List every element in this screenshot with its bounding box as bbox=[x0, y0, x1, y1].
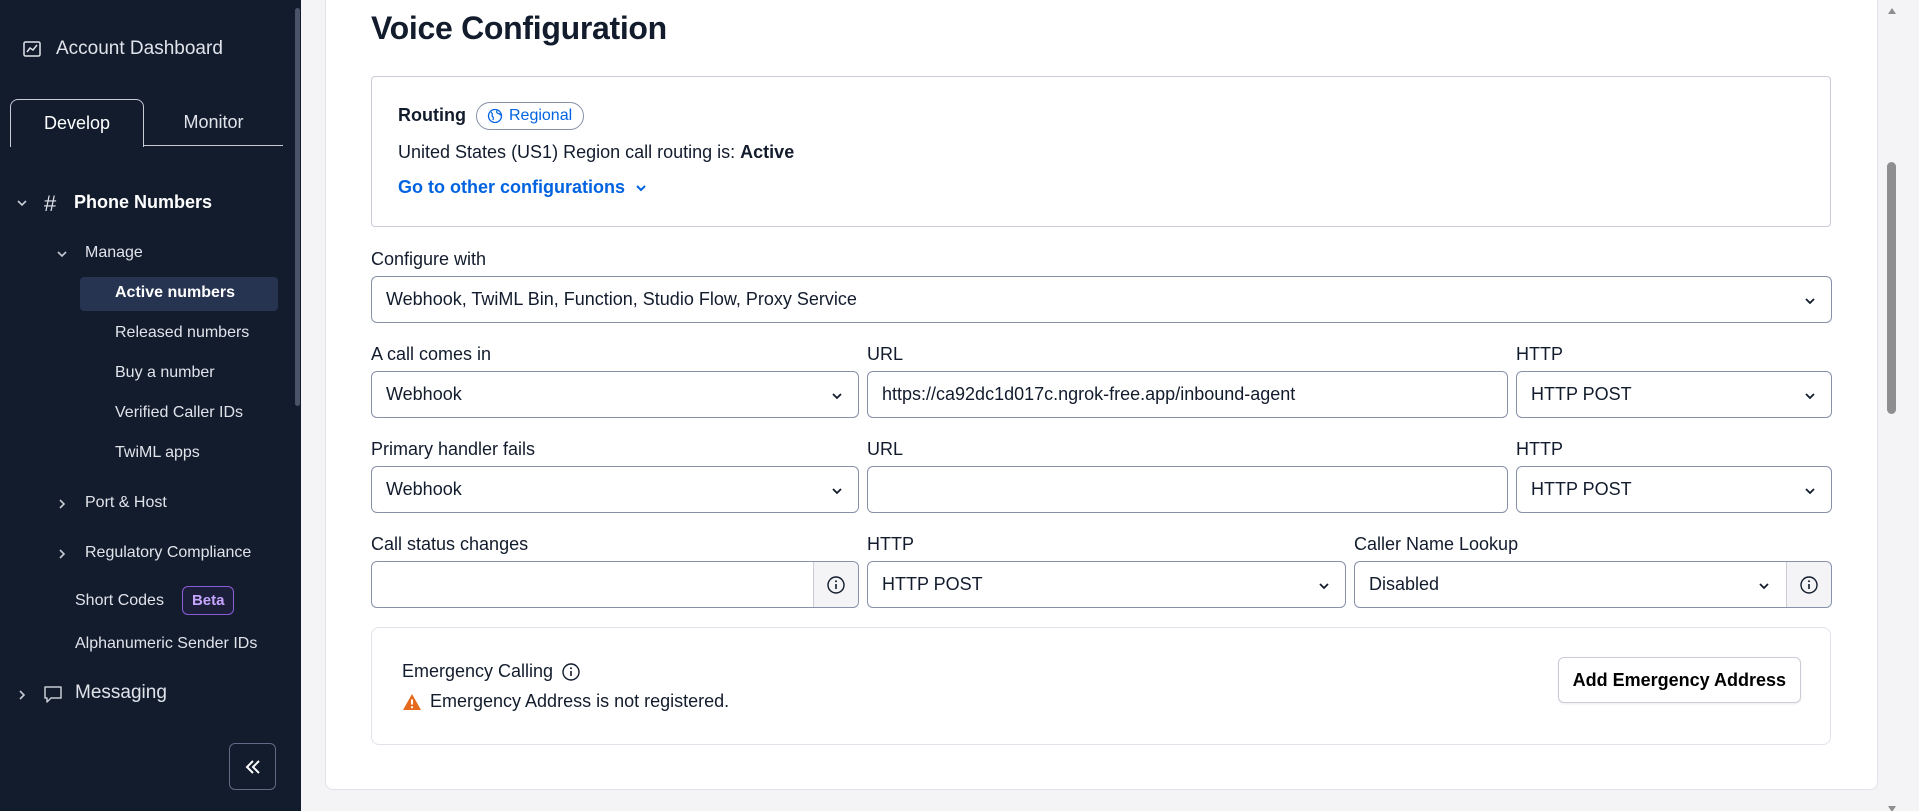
chevron-down-icon bbox=[830, 482, 844, 503]
chevron-right-icon[interactable] bbox=[15, 688, 29, 702]
routing-section: Routing Regional United States (US1) Reg… bbox=[371, 76, 1831, 227]
sidebar-tabs: Develop Monitor bbox=[10, 99, 283, 147]
sidebar-item-released-numbers[interactable]: Released numbers bbox=[115, 324, 249, 342]
other-configurations-link[interactable]: Go to other configurations bbox=[398, 177, 647, 198]
scrollbar-thumb[interactable] bbox=[1887, 162, 1896, 414]
fallback-url-label: URL bbox=[867, 439, 904, 459]
fallback-http-label: HTTP bbox=[1516, 439, 1563, 459]
hash-icon: # bbox=[44, 191, 57, 216]
primary-fails-select[interactable]: Webhook bbox=[371, 466, 859, 513]
caller-lookup-label: Caller Name Lookup bbox=[1354, 534, 1519, 554]
sidebar-item-twiml-apps[interactable]: TwiML apps bbox=[115, 444, 200, 462]
fallback-http-value: HTTP POST bbox=[1531, 479, 1632, 499]
chevron-down-icon[interactable] bbox=[55, 247, 69, 261]
chevron-down-icon bbox=[635, 182, 647, 194]
sidebar-item-short-codes[interactable]: Short Codes Beta bbox=[75, 586, 235, 615]
chevron-down-icon[interactable] bbox=[15, 196, 29, 210]
call-http-label: HTTP bbox=[1516, 344, 1563, 364]
status-http-label: HTTP bbox=[867, 534, 914, 554]
call-comes-in-value: Webhook bbox=[386, 384, 462, 404]
status-changes-label: Call status changes bbox=[371, 534, 529, 554]
fallback-url-input[interactable] bbox=[867, 466, 1508, 513]
chevron-down-icon bbox=[1803, 482, 1817, 503]
scroll-up-icon[interactable] bbox=[1887, 2, 1897, 20]
sidebar-item-port-host[interactable]: Port & Host bbox=[85, 494, 167, 512]
regional-badge: Regional bbox=[476, 102, 585, 130]
info-icon[interactable] bbox=[1786, 562, 1831, 607]
warning-icon bbox=[402, 693, 422, 711]
sidebar: Account Dashboard Develop Monitor # Phon… bbox=[0, 0, 301, 811]
globe-icon bbox=[487, 108, 503, 124]
page-title: Voice Configuration bbox=[371, 10, 667, 46]
routing-status-prefix: United States (US1) Region call routing … bbox=[398, 142, 741, 162]
sidebar-item-regulatory-compliance[interactable]: Regulatory Compliance bbox=[85, 544, 251, 562]
call-comes-in-label: A call comes in bbox=[371, 344, 492, 364]
sidebar-item-verified-caller-ids[interactable]: Verified Caller IDs bbox=[115, 404, 243, 422]
emergency-title: Emergency Calling bbox=[402, 661, 581, 682]
sidebar-scrollbar[interactable] bbox=[295, 8, 300, 406]
scroll-down-icon[interactable] bbox=[1887, 800, 1897, 811]
fallback-http-select[interactable]: HTTP POST bbox=[1516, 466, 1832, 513]
account-dashboard-label: Account Dashboard bbox=[56, 38, 223, 59]
emergency-title-label: Emergency Calling bbox=[402, 661, 554, 681]
chevron-right-icon[interactable] bbox=[55, 547, 69, 561]
chevron-down-icon bbox=[1757, 577, 1771, 598]
emergency-warning: Emergency Address is not registered. bbox=[402, 691, 729, 712]
primary-fails-value: Webhook bbox=[386, 479, 462, 499]
sidebar-item-manage[interactable]: Manage bbox=[85, 244, 143, 262]
emergency-warning-text: Emergency Address is not registered. bbox=[430, 691, 730, 711]
main-content: Voice Configuration Routing Regional Uni… bbox=[301, 0, 1901, 811]
double-chevron-left-icon bbox=[243, 757, 263, 777]
call-url-value: https://ca92dc1d017c.ngrok-free.app/inbo… bbox=[882, 384, 1296, 404]
add-emergency-address-button[interactable]: Add Emergency Address bbox=[1557, 657, 1801, 703]
routing-label: Routing bbox=[398, 105, 466, 125]
sidebar-item-active-numbers[interactable]: Active numbers bbox=[115, 284, 235, 302]
call-http-select[interactable]: HTTP POST bbox=[1516, 371, 1832, 418]
page-scrollbar[interactable] bbox=[1883, 0, 1901, 811]
regional-badge-label: Regional bbox=[509, 107, 573, 124]
chevron-right-icon[interactable] bbox=[55, 497, 69, 511]
sidebar-item-alphanumeric-sender-ids[interactable]: Alphanumeric Sender IDs bbox=[75, 635, 257, 653]
tab-develop[interactable]: Develop bbox=[10, 99, 144, 147]
short-codes-label: Short Codes bbox=[75, 591, 164, 609]
app: Account Dashboard Develop Monitor # Phon… bbox=[0, 0, 1919, 811]
routing-status-value: Active bbox=[740, 142, 795, 162]
call-comes-in-select[interactable]: Webhook bbox=[371, 371, 859, 418]
configure-with-value: Webhook, TwiML Bin, Function, Studio Flo… bbox=[386, 289, 857, 309]
account-dashboard-link[interactable]: Account Dashboard bbox=[22, 38, 223, 60]
caller-lookup-value: Disabled bbox=[1369, 574, 1440, 594]
chat-icon bbox=[42, 683, 64, 705]
routing-status-text: United States (US1) Region call routing … bbox=[398, 142, 794, 163]
info-icon[interactable] bbox=[813, 562, 858, 607]
primary-fails-label: Primary handler fails bbox=[371, 439, 536, 459]
call-url-input[interactable]: https://ca92dc1d017c.ngrok-free.app/inbo… bbox=[867, 371, 1508, 418]
info-icon[interactable] bbox=[561, 662, 581, 682]
sidebar-item-phone-numbers[interactable]: Phone Numbers bbox=[74, 192, 212, 213]
dashboard-icon bbox=[22, 39, 42, 59]
status-http-value: HTTP POST bbox=[882, 574, 983, 594]
chevron-down-icon bbox=[1803, 387, 1817, 408]
emergency-calling-section: Emergency Calling Emergency Address is n… bbox=[371, 627, 1831, 745]
sidebar-item-messaging[interactable]: Messaging bbox=[75, 682, 167, 704]
call-http-value: HTTP POST bbox=[1531, 384, 1632, 404]
chevron-down-icon bbox=[830, 387, 844, 408]
beta-badge: Beta bbox=[181, 586, 235, 615]
configure-with-label: Configure with bbox=[371, 249, 487, 269]
configure-with-select[interactable]: Webhook, TwiML Bin, Function, Studio Flo… bbox=[371, 276, 1832, 323]
chevron-down-icon bbox=[1803, 292, 1817, 313]
chevron-down-icon bbox=[1317, 577, 1331, 598]
status-callback-input[interactable] bbox=[371, 561, 859, 608]
tab-monitor[interactable]: Monitor bbox=[144, 99, 283, 146]
call-url-label: URL bbox=[867, 344, 904, 364]
status-http-select[interactable]: HTTP POST bbox=[867, 561, 1346, 608]
caller-lookup-select[interactable]: Disabled bbox=[1354, 561, 1832, 608]
collapse-sidebar-button[interactable] bbox=[229, 743, 276, 790]
sidebar-item-buy-number[interactable]: Buy a number bbox=[115, 364, 215, 382]
other-configurations-label: Go to other configurations bbox=[398, 177, 625, 197]
